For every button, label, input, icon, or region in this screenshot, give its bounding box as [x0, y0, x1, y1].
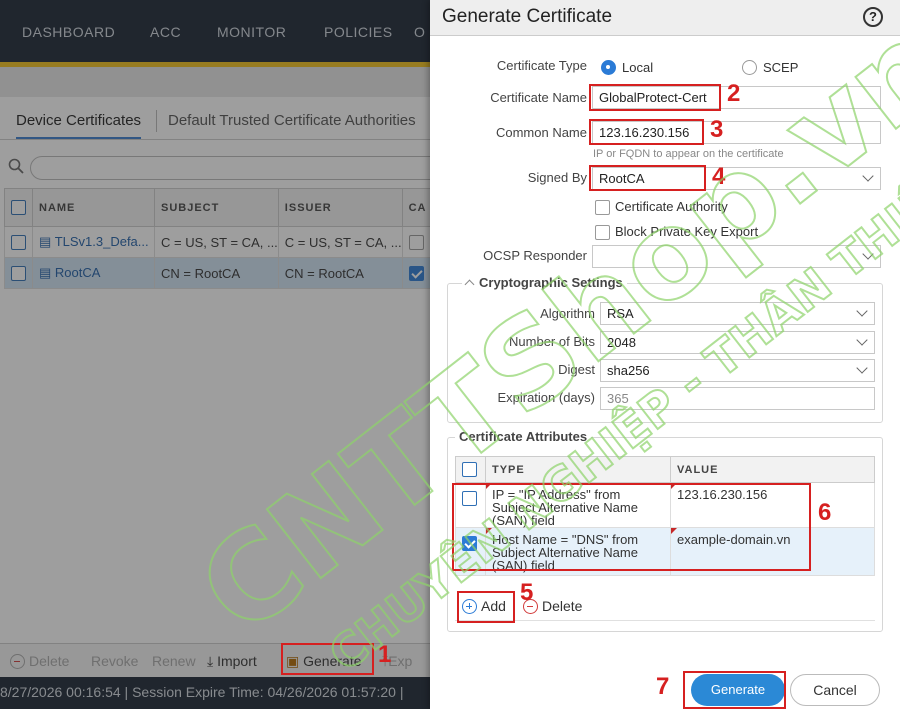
- annotation-number-1: 1: [378, 641, 392, 668]
- annotation-box-signed-by: [589, 165, 706, 191]
- attr-column-type[interactable]: TYPE: [485, 456, 671, 483]
- annotation-number-2: 2: [727, 80, 741, 107]
- annotation-number-7: 7: [656, 673, 670, 700]
- attr-select-all-header[interactable]: [455, 456, 486, 483]
- dialog-title: Generate Certificate: [442, 6, 613, 27]
- annotation-box-generate-submit: [683, 671, 786, 709]
- annotation-box-add: [457, 591, 515, 623]
- annotation-number-6: 6: [818, 499, 832, 526]
- annotation-box-common-name: [589, 119, 704, 145]
- annotation-box-cert-name: [589, 84, 721, 111]
- annotation-number-4: 4: [712, 163, 726, 190]
- dialog-header: Generate Certificate ?: [430, 0, 900, 36]
- attr-select-all-checkbox[interactable]: [462, 462, 477, 477]
- annotation-number-5: 5: [520, 579, 534, 606]
- attr-header-row: TYPE VALUE: [455, 456, 875, 483]
- annotation-box-generate: [281, 643, 374, 675]
- annotation-box-attributes: [452, 483, 811, 571]
- attr-column-value[interactable]: VALUE: [670, 456, 875, 483]
- annotation-number-3: 3: [710, 116, 724, 143]
- help-icon[interactable]: ?: [863, 7, 883, 27]
